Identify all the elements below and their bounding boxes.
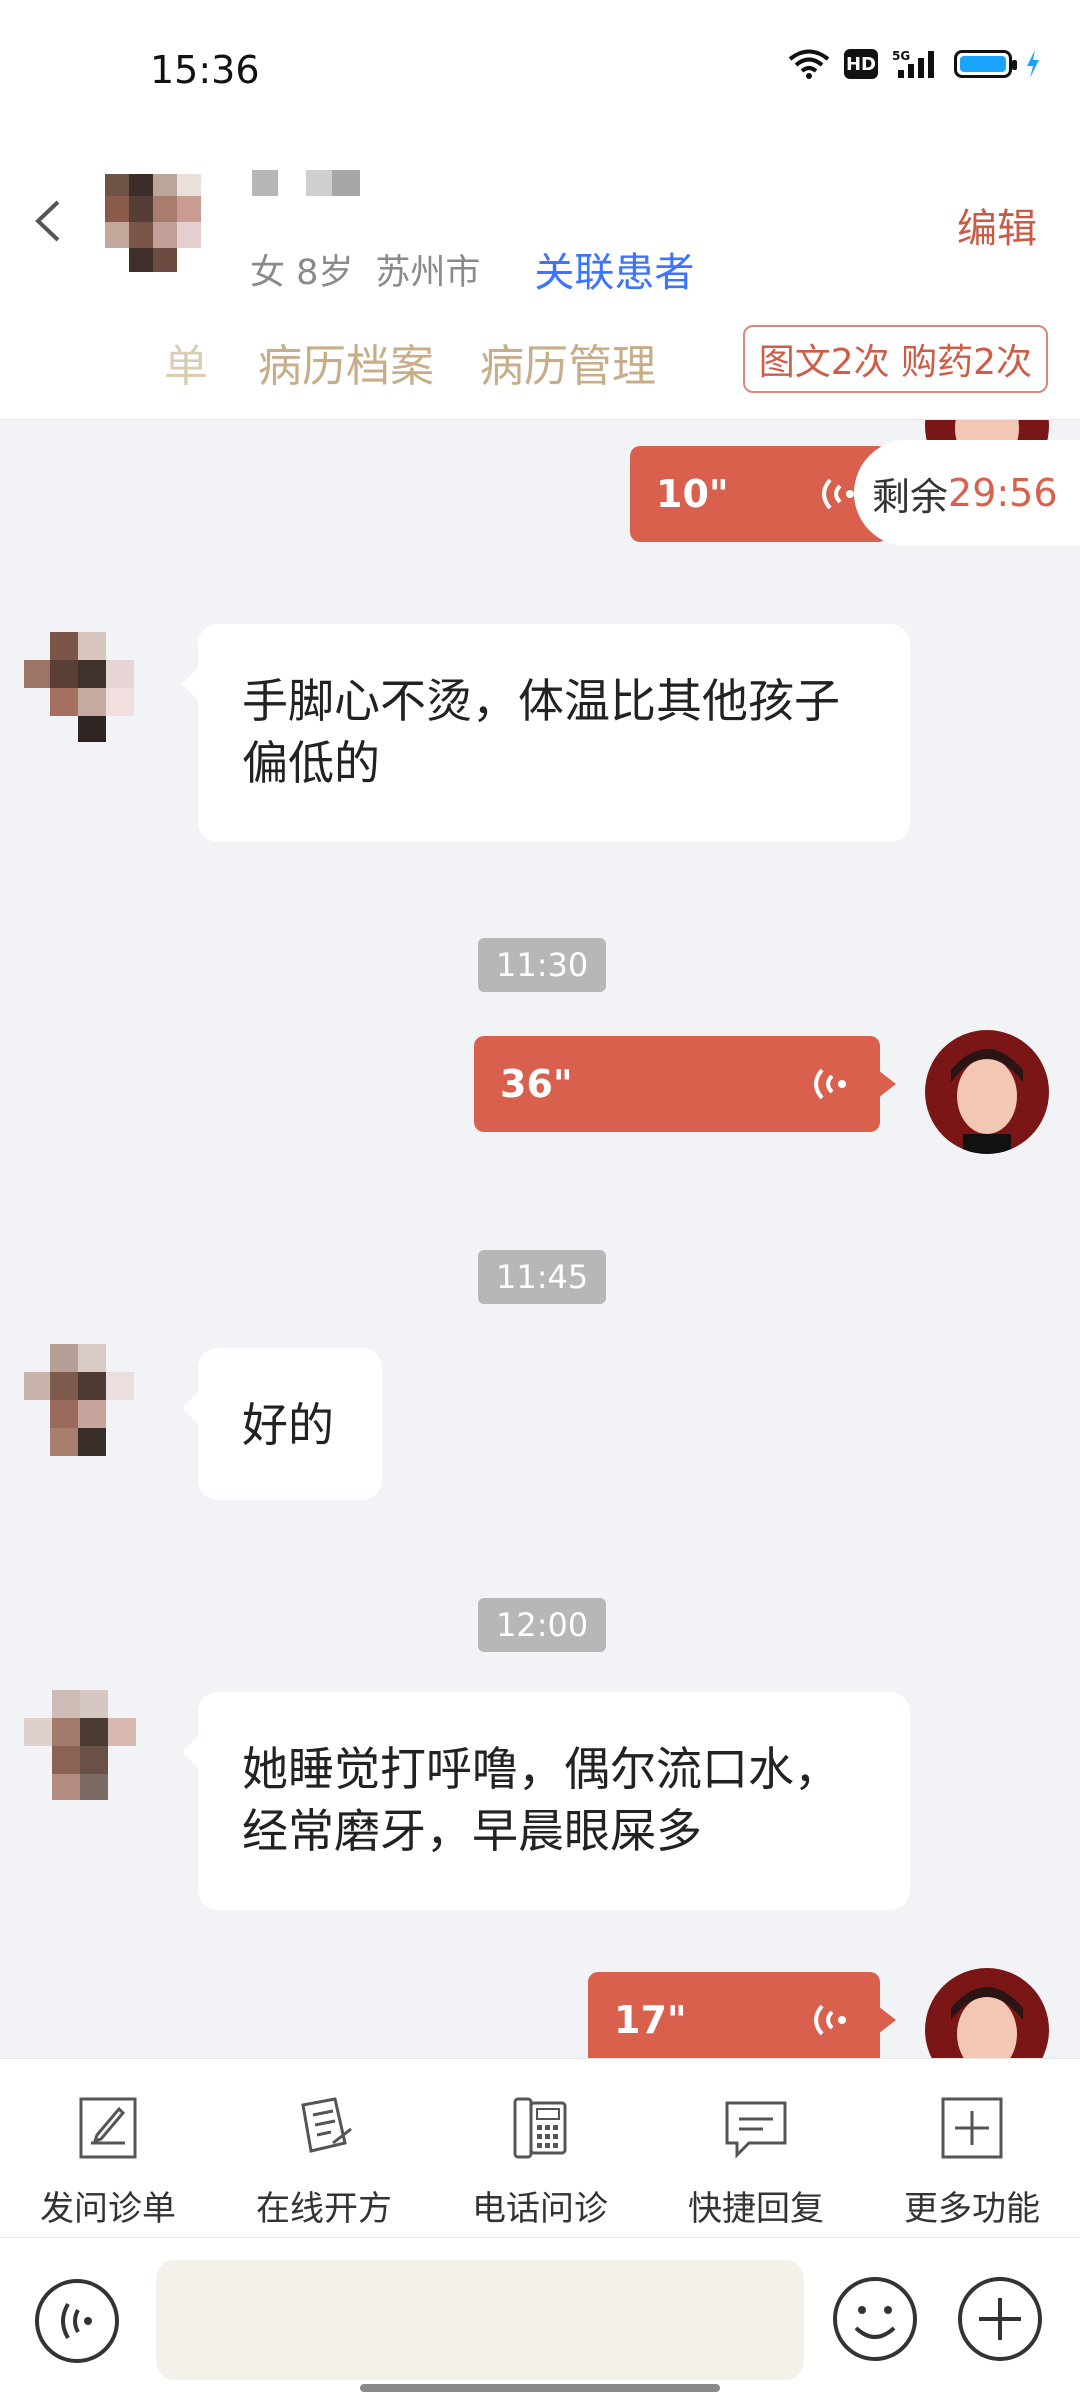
tab-first-blurred[interactable]: 单 — [80, 330, 212, 394]
charging-icon — [1027, 50, 1039, 78]
timestamp: 12:00 — [478, 1598, 607, 1652]
voice-duration: 17" — [614, 1998, 687, 2042]
message-text: 她睡觉打呼噜，偶尔流口水，经常磨牙，早晨眼屎多 — [242, 1742, 840, 1858]
patient-gender-age: 女 8岁 — [250, 252, 354, 293]
form-icon — [79, 2097, 137, 2159]
send-form-button[interactable]: 发问诊单 — [0, 2059, 216, 2237]
wifi-icon — [788, 49, 830, 79]
timestamp: 11:30 — [478, 938, 607, 992]
message-text: 手脚心不烫，体温比其他孩子偏低的 — [242, 674, 840, 790]
message-bubble-in[interactable]: 手脚心不烫，体温比其他孩子偏低的 — [182, 624, 910, 842]
link-patient-link[interactable]: 关联患者 — [534, 240, 694, 298]
home-indicator[interactable] — [360, 2384, 720, 2392]
message-bubble-in[interactable]: 好的 — [182, 1348, 382, 1500]
voice-wave-icon — [814, 2004, 846, 2036]
header: 15:36 HD 5G 女 8岁 苏州市 关联患者 编辑 单 病历档案 病历管理… — [0, 0, 1080, 420]
voice-duration: 10" — [656, 472, 729, 516]
status-time: 15:36 — [150, 48, 260, 92]
tool-label: 在线开方 — [256, 2189, 392, 2229]
doctor-avatar — [925, 1030, 1049, 1154]
phone-consult-button[interactable]: 电话问诊 — [432, 2059, 648, 2237]
timestamp: 11:45 — [478, 1250, 607, 1304]
message-text: 好的 — [242, 1398, 334, 1452]
tab-medical-records[interactable]: 病历档案 — [258, 330, 434, 394]
more-icon — [941, 2097, 1003, 2159]
chat-list[interactable]: 10" 剩余 29:56 手脚心不烫，体温比其他孩子偏低的 11:30 36" … — [0, 420, 1080, 2058]
timer-value: 29:56 — [948, 471, 1058, 515]
service-count-badge[interactable]: 图文2次 购药2次 — [742, 325, 1048, 393]
tool-label: 发问诊单 — [40, 2189, 176, 2229]
plus-icon[interactable] — [955, 2274, 1045, 2364]
more-functions-button[interactable]: 更多功能 — [864, 2059, 1080, 2237]
voice-message[interactable]: 10" — [630, 446, 904, 542]
tool-label: 更多功能 — [904, 2189, 1040, 2229]
patient-chat-avatar — [24, 1342, 138, 1458]
voice-message[interactable]: 36" — [474, 1036, 896, 1132]
quick-reply-icon — [725, 2101, 787, 2159]
input-bar — [0, 2238, 1080, 2400]
voice-wave-icon — [814, 1068, 846, 1100]
function-toolbar: 发问诊单 在线开方 电话问诊 快捷回复 更多功能 — [0, 2058, 1080, 2238]
battery-icon — [954, 50, 1017, 78]
svg-text:5G: 5G — [892, 49, 910, 63]
quick-reply-button[interactable]: 快捷回复 — [648, 2059, 864, 2237]
patient-city: 苏州市 — [375, 252, 481, 293]
edit-button[interactable]: 编辑 — [957, 196, 1037, 254]
voice-input-icon[interactable] — [32, 2276, 122, 2366]
hd-badge: HD — [844, 49, 878, 79]
status-icons: HD 5G — [788, 48, 1040, 80]
phone-icon — [513, 2097, 567, 2159]
patient-chat-avatar — [24, 628, 138, 744]
back-icon[interactable] — [28, 196, 70, 246]
remaining-timer: 剩余 29:56 — [854, 440, 1080, 546]
voice-message[interactable]: 17" — [588, 1972, 896, 2058]
message-input[interactable] — [156, 2260, 804, 2380]
tab-record-management[interactable]: 病历管理 — [480, 330, 656, 394]
status-bar: 15:36 HD 5G — [0, 0, 1080, 140]
patient-name-blurred — [252, 170, 360, 196]
doctor-avatar — [925, 1968, 1049, 2058]
online-prescription-button[interactable]: 在线开方 — [216, 2059, 432, 2237]
patient-avatar[interactable] — [85, 150, 225, 286]
voice-duration: 36" — [500, 1062, 573, 1106]
tool-label: 快捷回复 — [688, 2189, 824, 2229]
tool-label: 电话问诊 — [472, 2189, 608, 2229]
message-bubble-in[interactable]: 她睡觉打呼噜，偶尔流口水，经常磨牙，早晨眼屎多 — [182, 1692, 910, 1910]
patient-chat-avatar — [24, 1686, 138, 1802]
signal-5g-icon: 5G — [892, 49, 934, 78]
prescription-icon — [301, 2097, 352, 2153]
tab-bar: 单 病历档案 病历管理 — [80, 330, 656, 394]
timer-prefix: 剩余 — [872, 474, 949, 519]
patient-meta: 女 8岁 苏州市 关联患者 — [250, 240, 694, 298]
emoji-icon[interactable] — [830, 2274, 920, 2364]
